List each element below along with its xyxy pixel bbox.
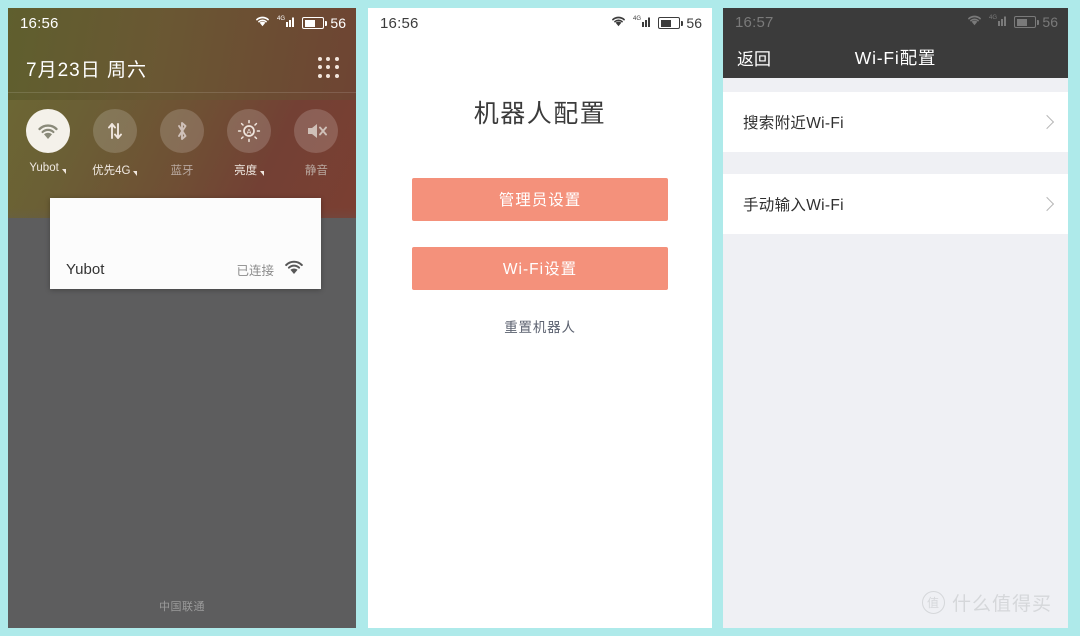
- list-spacer: [723, 78, 1068, 92]
- nav-title: Wi-Fi配置: [854, 47, 937, 68]
- toggle-brightness[interactable]: A 亮度: [218, 109, 280, 178]
- page-title: 机器人配置: [473, 100, 607, 128]
- wifi-connection-card[interactable]: Yubot 已连接: [50, 198, 321, 289]
- admin-settings-button[interactable]: 管理员设置: [412, 178, 668, 221]
- toggle-label-text: 蓝牙: [170, 165, 194, 177]
- action-button-group: 管理员设置 Wi-Fi设置 重置机器人: [368, 178, 712, 336]
- battery-percent: 56: [1042, 14, 1058, 30]
- reset-robot-link[interactable]: 重置机器人: [412, 316, 668, 336]
- wifi-ssid-label: Yubot: [66, 260, 105, 278]
- toggle-mute-label: 静音: [285, 162, 347, 178]
- bluetooth-icon: [159, 109, 204, 153]
- battery-icon: [1014, 16, 1040, 28]
- battery-icon: [658, 17, 684, 29]
- phone-panel-wifi-config: 16:57 4G 56 返回 Wi-Fi配置 搜索附近Wi-Fi 手动输入Wi-…: [723, 8, 1068, 628]
- header: 16:57 4G 56 返回 Wi-Fi配置: [723, 8, 1068, 78]
- screenshot-stage: 16:56 4G 56 7月23日 周六 Yubot 优先4G 蓝牙 A 亮度 …: [0, 0, 1080, 636]
- toggle-brightness-label: 亮度: [218, 162, 280, 178]
- toggle-label-text: 静音: [304, 165, 328, 177]
- toggle-label-text: 亮度: [234, 165, 258, 177]
- status-bar: 16:56 4G 56: [368, 8, 712, 38]
- wifi-icon: [254, 14, 271, 32]
- list-spacer: [723, 152, 1068, 174]
- apps-grid-icon[interactable]: [318, 57, 340, 79]
- list-item-label: 手动输入Wi-Fi: [743, 197, 844, 214]
- navigation-bar: 返回 Wi-Fi配置: [723, 36, 1068, 78]
- brightness-auto-icon: A: [227, 109, 272, 153]
- wifi-icon: [283, 259, 305, 280]
- chevron-right-icon: [1039, 114, 1055, 130]
- toggle-bluetooth[interactable]: 蓝牙: [151, 109, 213, 178]
- phone-panel-robot-config: 16:56 4G 56 机器人配置 管理员设置 Wi-Fi设置 重置机器人: [368, 8, 712, 628]
- wifi-icon: [610, 14, 627, 32]
- battery-icon: [302, 17, 328, 29]
- svg-text:4G: 4G: [989, 15, 997, 21]
- date-row: 7月23日 周六: [8, 38, 356, 84]
- status-bar-time: 16:57: [735, 13, 774, 31]
- battery-percent: 56: [330, 15, 346, 31]
- status-bar-time: 16:56: [380, 14, 419, 32]
- caret-icon: [133, 170, 138, 176]
- signal-4g-icon: 4G: [633, 14, 652, 32]
- wifi-card-row: Yubot 已连接: [50, 249, 321, 289]
- watermark: 值 什么值得买: [921, 589, 1052, 616]
- back-button[interactable]: 返回: [737, 45, 771, 70]
- list-item-label: 搜索附近Wi-Fi: [743, 115, 844, 132]
- wifi-settings-button[interactable]: Wi-Fi设置: [412, 247, 668, 290]
- svg-text:A: A: [247, 127, 252, 136]
- mute-icon: [294, 109, 339, 153]
- toggle-mute[interactable]: 静音: [285, 109, 347, 178]
- svg-text:4G: 4G: [633, 16, 641, 22]
- list-item-manual-wifi-entry[interactable]: 手动输入Wi-Fi: [723, 174, 1068, 234]
- carrier-label: 中国联通: [159, 601, 205, 613]
- chevron-right-icon: [1039, 196, 1055, 212]
- data-transfer-icon: [92, 109, 137, 153]
- quick-toggle-row: Yubot 优先4G 蓝牙 A 亮度 静音: [8, 93, 356, 178]
- signal-4g-icon: 4G: [989, 13, 1008, 31]
- toggle-label-text: 优先4G: [92, 165, 131, 177]
- caret-icon: [61, 168, 66, 174]
- svg-text:4G: 4G: [277, 16, 285, 22]
- toggle-wifi[interactable]: Yubot: [17, 109, 79, 174]
- toggle-bluetooth-label: 蓝牙: [151, 162, 213, 178]
- status-bar: 16:56 4G 56: [8, 8, 356, 38]
- watermark-badge: 值: [921, 591, 945, 614]
- watermark-text: 什么值得买: [951, 594, 1052, 615]
- status-bar: 16:57 4G 56: [723, 8, 1068, 36]
- wifi-icon: [25, 109, 70, 153]
- status-bar-time: 16:56: [20, 14, 59, 32]
- toggle-mobile-data-label: 优先4G: [84, 162, 146, 178]
- toggle-mobile-data[interactable]: 优先4G: [84, 109, 146, 178]
- toggle-wifi-label: Yubot: [17, 162, 79, 174]
- phone-panel-quick-settings: 16:56 4G 56 7月23日 周六 Yubot 优先4G 蓝牙 A 亮度 …: [8, 8, 356, 628]
- wifi-icon: [966, 13, 983, 31]
- list-item-search-nearby-wifi[interactable]: 搜索附近Wi-Fi: [723, 92, 1068, 152]
- wifi-status-label: 已连接: [236, 263, 274, 278]
- caret-icon: [260, 170, 265, 176]
- toggle-label-text: Yubot: [29, 162, 59, 174]
- date-label: 7月23日 周六: [26, 59, 147, 81]
- battery-percent: 56: [686, 15, 702, 31]
- signal-4g-icon: 4G: [277, 14, 296, 32]
